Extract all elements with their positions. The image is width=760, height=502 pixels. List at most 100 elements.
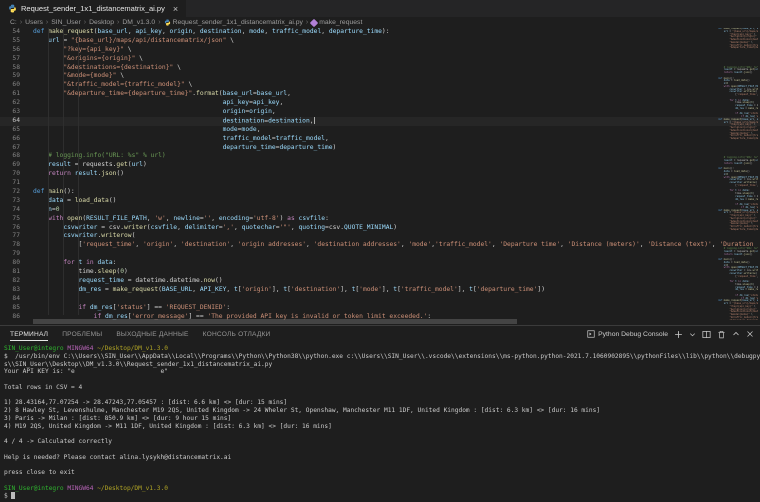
minimap-line: ['request_time', 'origin', 'destination'…: [718, 185, 758, 188]
token: api_key: [253, 99, 280, 106]
code-editor[interactable]: 54 def make_request(base_url, api_key, or…: [0, 28, 760, 325]
token: [33, 197, 48, 204]
panel-tab-terminal[interactable]: ТЕРМИНАЛ: [10, 328, 48, 341]
token: \: [135, 55, 143, 62]
breadcrumb-symbol-make-request[interactable]: make_request: [311, 19, 362, 26]
token: origin: [170, 28, 193, 35]
breadcrumb-file[interactable]: Request_sender_1x1_distancematrix_ai.py: [164, 19, 303, 26]
panel-tab-debug-console[interactable]: КОНСОЛЬ ОТЛАДКИ: [203, 328, 271, 340]
minimap[interactable]: def make_request(base_url, api_key, orig…: [718, 28, 758, 320]
token: dm_res: [90, 304, 113, 311]
token: now: [204, 277, 215, 284]
code-line: 82 request_time = datetime.datetime.now(…: [0, 277, 760, 286]
code-text: "&origins={origin}" \: [20, 55, 143, 64]
breadcrumb-desktop[interactable]: Desktop: [89, 19, 114, 26]
line-number: 86: [0, 313, 20, 322]
line-number: 75: [0, 215, 20, 224]
token: ',': [223, 224, 234, 231]
token: \: [116, 72, 124, 79]
code-text: csvwriter = csv.writer(csvfile, delimite…: [20, 224, 397, 233]
editor-tab-bar: Request_sender_1x1_distancematrix_ai.py …: [0, 0, 760, 17]
panel-tab-problems[interactable]: ПРОБЛЕМЫ: [62, 328, 102, 340]
breadcrumb-drive[interactable]: C:: [10, 19, 17, 26]
terminal-text: 4 / 4 -> Calculated correctly: [4, 438, 112, 445]
token: ): [393, 224, 397, 231]
close-panel-icon[interactable]: [746, 330, 754, 338]
terminal-line: 2) 8 Hawley St, Levenshulme, Manchester …: [4, 407, 760, 415]
line-number: 54: [0, 28, 20, 37]
token: ,: [177, 224, 185, 231]
token: ,: [757, 275, 758, 278]
token: (): [750, 162, 753, 165]
minimap-line: return result.json(): [718, 163, 758, 166]
breadcrumb-dm-folder[interactable]: DM_v1.3.0: [122, 19, 155, 26]
code-text: data = load_data(): [20, 197, 116, 206]
token: BASE_URL: [162, 286, 192, 293]
terminal-cursor: [11, 492, 15, 499]
line-number: 65: [0, 126, 20, 135]
close-tab-icon[interactable]: ×: [173, 4, 178, 14]
token: 'origin': [143, 241, 173, 248]
vscode-window: Request_sender_1x1_distancematrix_ai.py …: [0, 0, 760, 502]
terminal-text: $: [4, 493, 11, 500]
token: [33, 286, 79, 293]
new-terminal-icon[interactable]: [674, 330, 683, 339]
minimap-line: return result.json(): [718, 254, 758, 257]
line-number: 74: [0, 206, 20, 215]
token: ,: [757, 93, 758, 96]
split-terminal-icon[interactable]: [702, 330, 711, 339]
terminal-text: 4) M19 2QS, United Kingdom -> M11 1DF, U…: [4, 423, 332, 430]
token: for: [63, 259, 78, 266]
terminal-selector-dropdown[interactable]: Python Debug Console: [587, 330, 668, 338]
breadcrumb-sin-user[interactable]: SIN_User: [51, 19, 80, 26]
panel-tab-output[interactable]: ВЫХОДНЫЕ ДАННЫЕ: [116, 328, 188, 340]
horizontal-scrollbar[interactable]: [33, 319, 517, 324]
token: ,: [560, 241, 568, 248]
token: "?key={api_key}": [63, 46, 124, 53]
token: ],: [272, 286, 283, 293]
terminal-output[interactable]: SIN_User@integro MINGW64 ~/Desktop/DM_v1…: [0, 342, 760, 500]
tab-request-sender-file[interactable]: Request_sender_1x1_distancematrix_ai.py …: [0, 0, 187, 17]
terminal-line: press close to exit: [4, 469, 760, 477]
code-line: 74 n=0: [0, 206, 760, 215]
minimap-line: dm_res = make_request(BASE_URL, API_KEY,…: [718, 108, 758, 111]
code-text: return result.json(): [20, 170, 124, 179]
line-number: 58: [0, 64, 20, 73]
code-line: 58 "&destinations={destination}" \: [0, 64, 760, 73]
code-line: 71: [0, 179, 760, 188]
token: 'origin addresses': [238, 241, 306, 248]
terminal-text: ~/Desktop/DM_v1.3.0: [97, 345, 168, 352]
token: traffic_model: [223, 135, 272, 142]
indent-guide: [78, 28, 79, 315]
token: ): [124, 268, 128, 275]
token: sleep: [97, 268, 116, 275]
kill-terminal-trash-icon[interactable]: [717, 330, 726, 339]
code-text: mode=mode,: [20, 126, 261, 135]
token: (: [132, 232, 136, 239]
token: (): [109, 197, 117, 204]
token: =csv.: [325, 224, 344, 231]
terminal-line: [4, 392, 760, 400]
code-line: 81 time.sleep(0): [0, 268, 760, 277]
breadcrumb-users[interactable]: Users: [25, 19, 43, 26]
terminal-text: 2) 8 Hawley St, Levenshulme, Manchester …: [4, 407, 600, 414]
token: make_request: [748, 107, 758, 110]
token: destination: [268, 117, 310, 124]
indent-guide: [63, 28, 64, 315]
token: api_key: [223, 99, 250, 106]
token: ,: [192, 28, 200, 35]
token: ,: [264, 28, 272, 35]
chevron-down-icon[interactable]: [689, 331, 696, 338]
token: make_request: [748, 288, 758, 291]
token: RESULT_FILE_PATH: [86, 215, 147, 222]
token: "{base_url}/maps/api/distancematrix/json…: [71, 37, 226, 44]
token: quoting: [298, 224, 325, 231]
code-line: 77 csvwriter.writerow(: [0, 232, 760, 241]
terminal-line: 4) M19 2QS, United Kingdom -> M11 1DF, U…: [4, 423, 760, 431]
token: writerow: [101, 232, 131, 239]
code-line: 79: [0, 250, 760, 259]
token: [33, 161, 48, 168]
maximize-panel-chevron-up-icon[interactable]: [732, 330, 740, 338]
token: 'departure_time': [477, 286, 538, 293]
terminal-text: Help is needed? Please contact alina.lys…: [4, 454, 231, 461]
